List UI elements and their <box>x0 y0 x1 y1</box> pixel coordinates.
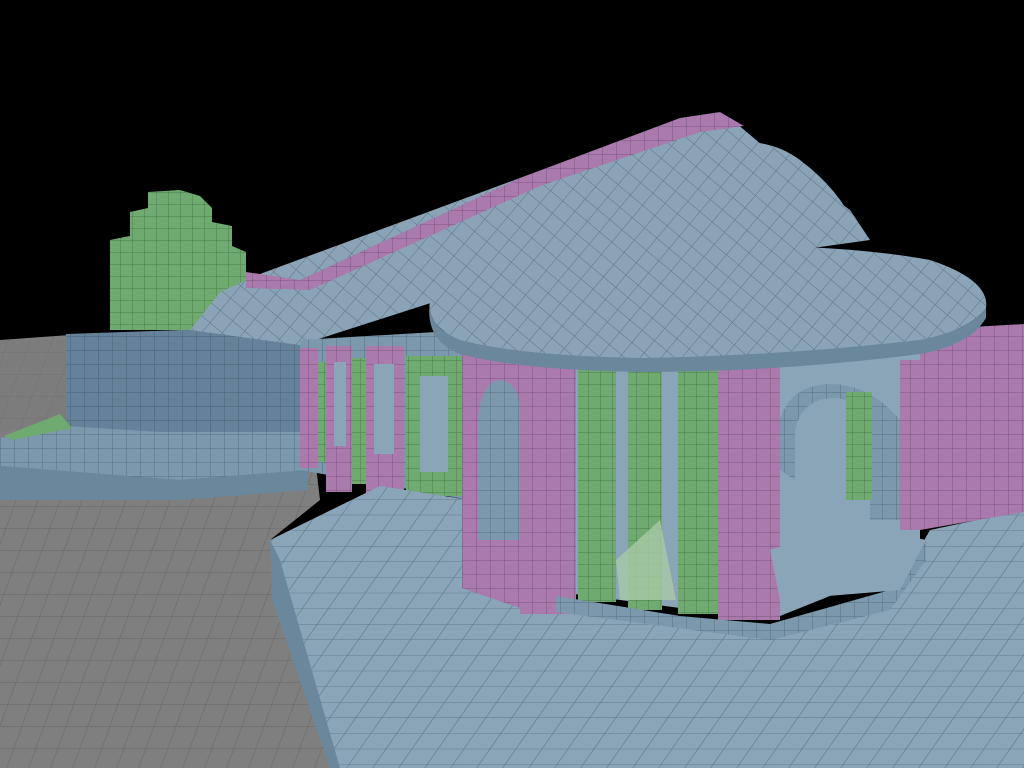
back-wall-block <box>66 326 300 444</box>
rotunda-pillar-right <box>718 352 780 620</box>
right-arch-green <box>846 392 872 500</box>
window-inset-3 <box>420 376 448 472</box>
window-inset-1 <box>334 362 346 446</box>
green-column-3 <box>678 362 718 614</box>
rotunda-pillar-left-inner <box>520 344 576 614</box>
window-frame-1 <box>300 348 318 468</box>
rotunda-arch-window <box>478 380 522 540</box>
right-wall <box>920 324 1024 530</box>
green-panel-2 <box>352 358 366 484</box>
green-column-1 <box>578 362 616 602</box>
level-geometry-view <box>0 0 1024 768</box>
window-inset-2 <box>374 364 394 454</box>
game-viewport[interactable] <box>0 0 1024 768</box>
right-arch-pillar <box>900 360 920 530</box>
green-panel-1 <box>318 362 326 462</box>
